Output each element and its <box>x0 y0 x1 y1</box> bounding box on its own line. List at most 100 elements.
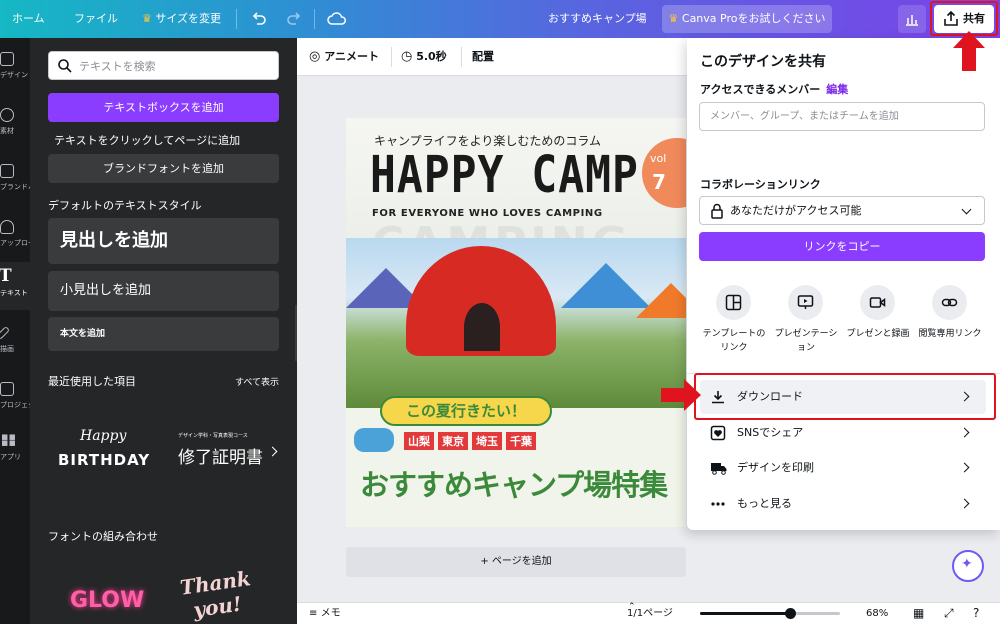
top-bar: ホーム ファイル ♛ サイズを変更 おすすめキャンプ場 ♛ Canva Proを… <box>0 0 1000 38</box>
presentation-option[interactable]: プレゼンテーシ ョン <box>770 285 842 365</box>
search-icon <box>58 59 72 73</box>
place-tag: 山梨 <box>404 432 434 450</box>
add-brand-font-button[interactable]: ブランドフォントを追加 <box>48 154 279 183</box>
heart-icon <box>710 425 726 441</box>
rail-item-upload[interactable]: アップロード <box>0 212 42 258</box>
design-title[interactable]: おすすめキャンプ場 <box>548 0 647 38</box>
social-share-row[interactable]: SNSでシェア <box>700 416 986 450</box>
rail-item-design[interactable]: デザイン <box>0 44 30 90</box>
animate-button[interactable]: ◎ アニメート <box>309 38 379 76</box>
add-body-text[interactable]: 本文を追加 <box>48 317 279 351</box>
fullscreen-icon[interactable]: ⤢ <box>944 606 954 621</box>
zoom-level[interactable]: 68% <box>866 608 888 619</box>
chevron-right-icon <box>959 498 970 509</box>
share-panel-title: このデザインを共有 <box>700 54 826 70</box>
file-menu[interactable]: ファイル <box>74 0 118 38</box>
notes-button[interactable]: ≡ メモ <box>309 603 341 624</box>
position-button[interactable]: 配置 <box>472 38 494 76</box>
folder-icon <box>0 382 14 396</box>
brand-icon <box>0 164 14 178</box>
see-all-link[interactable]: すべて表示 <box>235 375 279 388</box>
animate-icon: ◎ <box>309 49 321 64</box>
rail-item-apps[interactable]: ▪▪ ▪▪ アプリ <box>0 426 30 472</box>
add-textbox-button[interactable]: テキストボックスを追加 <box>48 93 279 122</box>
magic-assistant-button[interactable]: ✦ <box>952 550 984 582</box>
notes-label: メモ <box>320 608 341 619</box>
apps-icon: ▪▪ ▪▪ <box>1 430 16 449</box>
download-row[interactable]: ダウンロード <box>700 380 986 414</box>
redo-icon[interactable] <box>285 10 303 28</box>
animate-label: アニメート <box>324 50 379 63</box>
share-upload-icon <box>944 10 958 26</box>
rail-item-text[interactable]: T テキスト <box>0 262 30 310</box>
page-indicator[interactable]: 1/1ページ <box>627 603 673 624</box>
crown-icon: ♛ <box>668 12 679 25</box>
help-icon[interactable]: ? <box>973 606 979 620</box>
add-page-button[interactable]: + ページを追加 <box>346 547 686 577</box>
rail-label: 素材 <box>0 127 14 135</box>
link-access-select[interactable]: あなただけがアクセス可能 <box>699 196 985 225</box>
edit-access-link[interactable]: 編集 <box>826 83 848 96</box>
text-search-box[interactable] <box>48 51 279 80</box>
template-layout-icon <box>716 285 751 320</box>
canva-pro-trial-button[interactable]: ♛ Canva Proをお試しください <box>662 5 832 33</box>
text-search-input[interactable] <box>79 57 269 75</box>
place-tag: 埼玉 <box>472 432 502 450</box>
canvas-bottom-title: おすすめキャンプ場特集 <box>360 468 668 502</box>
rail-item-draw[interactable]: 描画 <box>0 318 30 364</box>
font-combo-glow[interactable]: GLOW <box>70 588 144 613</box>
add-heading[interactable]: 見出しを追加 <box>48 218 279 264</box>
template-link-option[interactable]: テンプレートの リンク <box>698 285 770 365</box>
font-combos-title: フォントの組み合わせ <box>48 530 158 543</box>
option-label: 閲覧専用リンク <box>918 329 982 339</box>
view-only-link-option[interactable]: 閲覧専用リンク <box>914 285 986 365</box>
text-panel: テキストボックスを追加 テキストをクリックしてページに追加 ブランドフォントを追… <box>30 38 297 624</box>
copy-link-button[interactable]: リンクをコピー <box>699 232 985 261</box>
rail-item-brand[interactable]: ブランドハブ <box>0 156 42 202</box>
insights-button[interactable] <box>898 5 926 33</box>
canvas-tagline: FOR EVERYONE WHO LOVES CAMPING <box>372 208 603 219</box>
rail-item-projects[interactable]: プロジェクト <box>0 374 42 420</box>
share-label: 共有 <box>963 12 985 25</box>
rail-item-elements[interactable]: 素材 <box>0 100 30 146</box>
recent-certificate[interactable]: デザイン学科・写真表現コース 修了証明書 <box>178 432 278 472</box>
chevron-right-icon <box>959 391 970 402</box>
option-label: プレゼンテーシ <box>774 329 838 339</box>
rail-label: テキスト <box>0 289 28 297</box>
divider <box>236 9 237 29</box>
print-row[interactable]: デザインを印刷 <box>700 451 986 485</box>
upload-icon <box>0 220 14 234</box>
add-member-input[interactable]: メンバー、グループ、またはチームを追加 <box>699 102 985 131</box>
more-row[interactable]: もっと見る <box>700 487 986 521</box>
add-text-hint: テキストをクリックしてページに追加 <box>54 134 241 147</box>
divider <box>687 373 1000 374</box>
draw-icon <box>0 325 11 341</box>
download-icon <box>712 391 724 404</box>
home-menu[interactable]: ホーム <box>12 0 45 38</box>
social-share-label: SNSでシェア <box>737 426 804 439</box>
pro-trial-label: Canva Proをお試しください <box>681 12 826 25</box>
duration-button[interactable]: ◷ 5.0秒 <box>401 38 447 76</box>
grid-view-icon[interactable]: ▦ <box>913 606 924 620</box>
link-access-value: あなただけがアクセス可能 <box>730 204 862 217</box>
notes-icon: ≡ <box>309 608 318 619</box>
red-arrow-right-icon <box>661 379 701 411</box>
bar-chart-icon <box>906 15 918 26</box>
recent-happy-birthday[interactable]: Happy BIRTHDAY <box>52 426 162 476</box>
font-combo-thank-you[interactable]: Thank you! <box>175 564 272 624</box>
present-and-record-option[interactable]: プレゼンと録画 <box>842 285 914 365</box>
undo-icon[interactable] <box>250 10 268 28</box>
text-icon: T <box>0 266 12 286</box>
resize-button[interactable]: ♛ サイズを変更 <box>142 0 221 38</box>
red-arrow-up-icon <box>953 31 985 71</box>
share-button[interactable]: 共有 <box>934 5 994 33</box>
rail-label: デザイン <box>0 71 28 79</box>
add-subheading[interactable]: 小見出しを追加 <box>48 271 279 311</box>
more-label: もっと見る <box>737 497 792 510</box>
chevron-right-icon <box>959 427 970 438</box>
template-icon <box>0 52 14 66</box>
option-label: テンプレートの <box>702 329 766 339</box>
cloud-sync-icon[interactable] <box>327 10 347 28</box>
recent-title: 最近使用した項目 <box>48 375 136 388</box>
design-canvas[interactable]: CAMPING キャンプライフをより楽しむためのコラム HAPPY CAMP F… <box>346 118 686 527</box>
